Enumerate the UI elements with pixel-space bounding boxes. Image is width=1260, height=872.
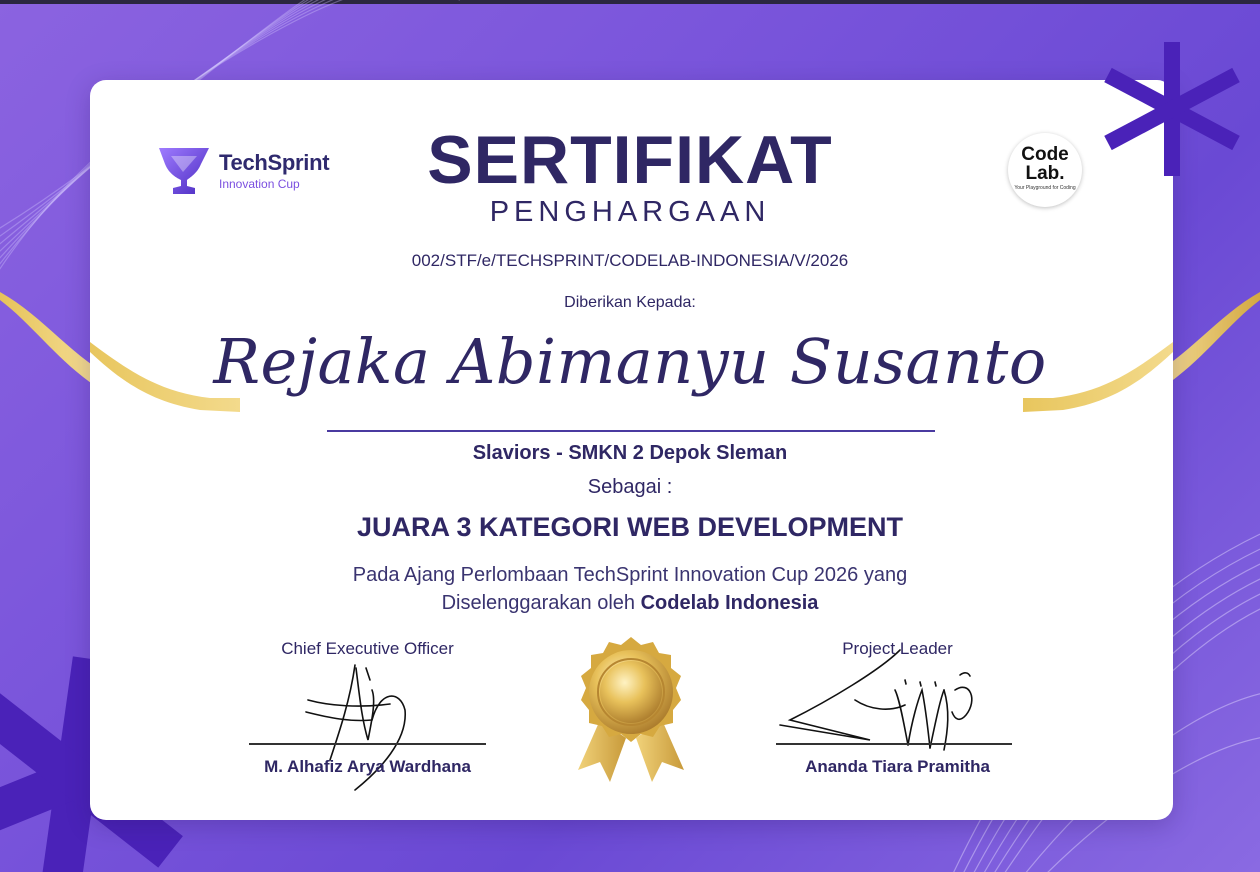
codelab-logo-line2: Lab. (1025, 163, 1065, 184)
event-organizer-prefix: Diselenggarakan oleh (441, 592, 636, 614)
as-label: Sebagai : (587, 476, 673, 498)
team-school: Slaviors - SMKN 2 Depok Sleman (472, 442, 788, 464)
signatory-name-ceo: M. Alhafiz Arya Wardhana (264, 757, 471, 776)
codelab-logo-line1: Code (1021, 144, 1069, 165)
signatory-role-ceo: Chief Executive Officer (281, 639, 454, 658)
trophy-icon (159, 148, 209, 194)
techsprint-subtitle: Innovation Cup (219, 177, 300, 191)
techsprint-name: TechSprint (219, 150, 330, 175)
event-organizer: Codelab Indonesia (640, 592, 819, 614)
given-to-label: Diberikan Kepada: (564, 294, 696, 311)
signature-line-ceo (249, 743, 486, 745)
event-line-2: Diselenggarakan oleh Codelab Indonesia (230, 589, 1030, 617)
recipient-name: Rejaka Abimanyu Susanto (213, 325, 1047, 398)
codelab-tagline: Your Playground for Coding (1014, 185, 1076, 191)
signatory-name-project-leader: Ananda Tiara Pramitha (805, 757, 990, 776)
signatory-role-project-leader: Project Leader (842, 639, 953, 658)
event-line-1: Pada Ajang Perlombaan TechSprint Innovat… (352, 564, 908, 586)
certificate-subtitle: PENGHARGAAN (489, 196, 771, 228)
certificate-title: SERTIFIKAT (427, 122, 833, 198)
techsprint-logo: TechSprint Innovation Cup (157, 144, 347, 196)
award-title: JUARA 3 KATEGORI WEB DEVELOPMENT (356, 512, 904, 542)
certificate-number: 002/STF/e/TECHSPRINT/CODELAB-INDONESIA/V… (411, 251, 849, 270)
codelab-logo: Code Lab. Your Playground for Coding (1008, 133, 1082, 207)
recipient-underline (327, 430, 935, 432)
signature-line-project-leader (776, 743, 1012, 745)
